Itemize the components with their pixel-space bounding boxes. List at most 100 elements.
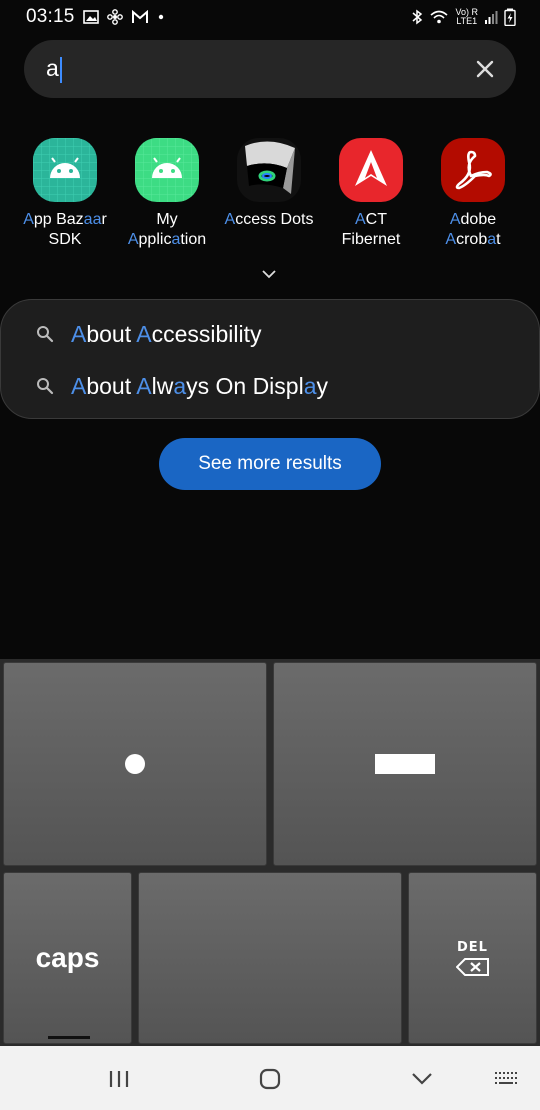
search-bar[interactable]: a <box>24 40 516 98</box>
search-icon <box>35 376 55 396</box>
text-segment: dobe <box>460 211 497 228</box>
text-segment: y <box>316 372 329 399</box>
dot-key[interactable] <box>3 662 267 866</box>
wifi-icon <box>429 9 449 25</box>
text-segment: My <box>156 211 178 228</box>
act-fibernet-icon <box>339 138 403 202</box>
access-dots-icon <box>237 138 301 202</box>
highlighted-match: A <box>136 320 152 347</box>
back-button[interactable] <box>402 1064 442 1094</box>
recent-apps-button[interactable] <box>99 1064 139 1094</box>
delete-key-content: DEL <box>455 940 490 976</box>
app-label: My Application <box>128 210 206 250</box>
space-key[interactable] <box>138 872 402 1044</box>
signal-label-bottom: LTE1 <box>456 16 478 26</box>
gmail-icon <box>131 10 149 24</box>
home-icon <box>259 1068 281 1090</box>
app-access-dots[interactable]: Access Dots <box>218 138 320 250</box>
suggestion-text: About Always On Display <box>71 373 328 400</box>
highlighted-match: a <box>171 231 181 248</box>
gallery-icon <box>82 9 99 25</box>
volte-icon: Vo) R LTE1 <box>455 8 478 26</box>
text-cursor <box>59 56 62 83</box>
chevron-down-icon <box>412 1073 432 1085</box>
chevron-down-icon <box>262 269 276 278</box>
clear-search-button[interactable] <box>470 54 500 84</box>
keyboard-icon <box>495 1072 517 1084</box>
caps-label: caps <box>35 942 100 973</box>
highlighted-match: a <box>487 231 497 248</box>
text-segment: bout <box>86 372 137 399</box>
highlighted-match: A <box>445 231 457 248</box>
android-app-icon <box>33 138 97 202</box>
text-segment: tion <box>180 231 207 248</box>
text-segment: CT Fibernet <box>341 211 401 248</box>
text-segment: bout <box>86 320 137 347</box>
highlighted-match: A <box>136 372 152 399</box>
keyboard-switch-button[interactable] <box>487 1064 527 1094</box>
highlighted-match: aa <box>83 211 102 228</box>
highlighted-match: A <box>224 211 236 228</box>
suggestion-item[interactable]: About Accessibility <box>1 308 539 360</box>
text-segment: lw <box>151 372 174 399</box>
highlighted-match: A <box>449 211 461 228</box>
recent-apps-icon <box>109 1071 129 1087</box>
more-notifications-dot-icon <box>157 13 165 21</box>
highlighted-match: a <box>173 372 187 399</box>
text-segment: pplic <box>138 231 172 248</box>
app-my-application[interactable]: My Application <box>116 138 218 250</box>
text-segment: r <box>101 211 107 228</box>
app-label: App Bazaar SDK <box>23 210 107 250</box>
text-segment: SDK <box>48 231 82 248</box>
highlighted-match: a <box>303 372 317 399</box>
highlighted-match: A <box>127 231 139 248</box>
highlighted-match: A <box>354 211 366 228</box>
android-app-icon <box>135 138 199 202</box>
pinwheel-icon <box>106 9 123 25</box>
highlighted-match: A <box>71 320 87 347</box>
dash-key[interactable] <box>273 662 537 866</box>
search-query: a <box>46 55 59 82</box>
highlighted-match: A <box>23 211 34 228</box>
suggestion-item[interactable]: About Always On Display <box>1 360 539 412</box>
status-right: Vo) R LTE1 <box>411 8 516 26</box>
app-label: Access Dots <box>225 210 314 230</box>
search-icon <box>35 324 55 344</box>
morse-keypad: caps DEL <box>0 659 540 1046</box>
signal-strength-icon <box>484 9 498 25</box>
bluetooth-icon <box>411 9 423 25</box>
text-segment: pp Baz <box>33 211 84 228</box>
dash-symbol <box>375 754 435 774</box>
navigation-bar <box>0 1046 540 1110</box>
status-time: 03:15 <box>26 6 75 27</box>
expand-apps-button[interactable] <box>258 266 280 282</box>
status-left: 03:15 <box>26 6 165 28</box>
app-app-bazaar-sdk[interactable]: App Bazaar SDK <box>14 138 116 250</box>
caps-key[interactable]: caps <box>3 872 132 1044</box>
delete-label: DEL <box>457 940 488 955</box>
adobe-acrobat-icon <box>441 138 505 202</box>
text-segment: crob <box>456 231 488 248</box>
app-label: ACT Fibernet <box>342 210 401 250</box>
caps-indicator <box>48 1036 90 1039</box>
delete-key[interactable]: DEL <box>408 872 537 1044</box>
app-results: App Bazaar SDK My Application Access Dot… <box>14 138 534 250</box>
text-segment: ccessibility <box>151 320 262 347</box>
text-segment: ccess Dots <box>235 211 314 228</box>
status-bar: 03:15 Vo) R LTE1 <box>0 0 540 34</box>
highlighted-match: A <box>71 372 87 399</box>
see-more-results-button[interactable]: See more results <box>159 438 381 490</box>
battery-charging-icon <box>504 8 516 26</box>
backspace-icon <box>455 958 489 976</box>
app-adobe-acrobat[interactable]: Adobe Acrobat <box>422 138 524 250</box>
search-input[interactable]: a <box>46 55 62 83</box>
app-label: Adobe Acrobat <box>445 210 500 250</box>
suggestion-text: About Accessibility <box>71 321 262 348</box>
text-segment: ys On Displ <box>186 372 304 399</box>
home-button[interactable] <box>250 1064 290 1094</box>
close-icon <box>476 60 494 78</box>
text-segment: t <box>496 231 501 248</box>
search-suggestions: About Accessibility About Always On Disp… <box>0 299 540 419</box>
dot-symbol <box>125 754 145 774</box>
app-act-fibernet[interactable]: ACT Fibernet <box>320 138 422 250</box>
